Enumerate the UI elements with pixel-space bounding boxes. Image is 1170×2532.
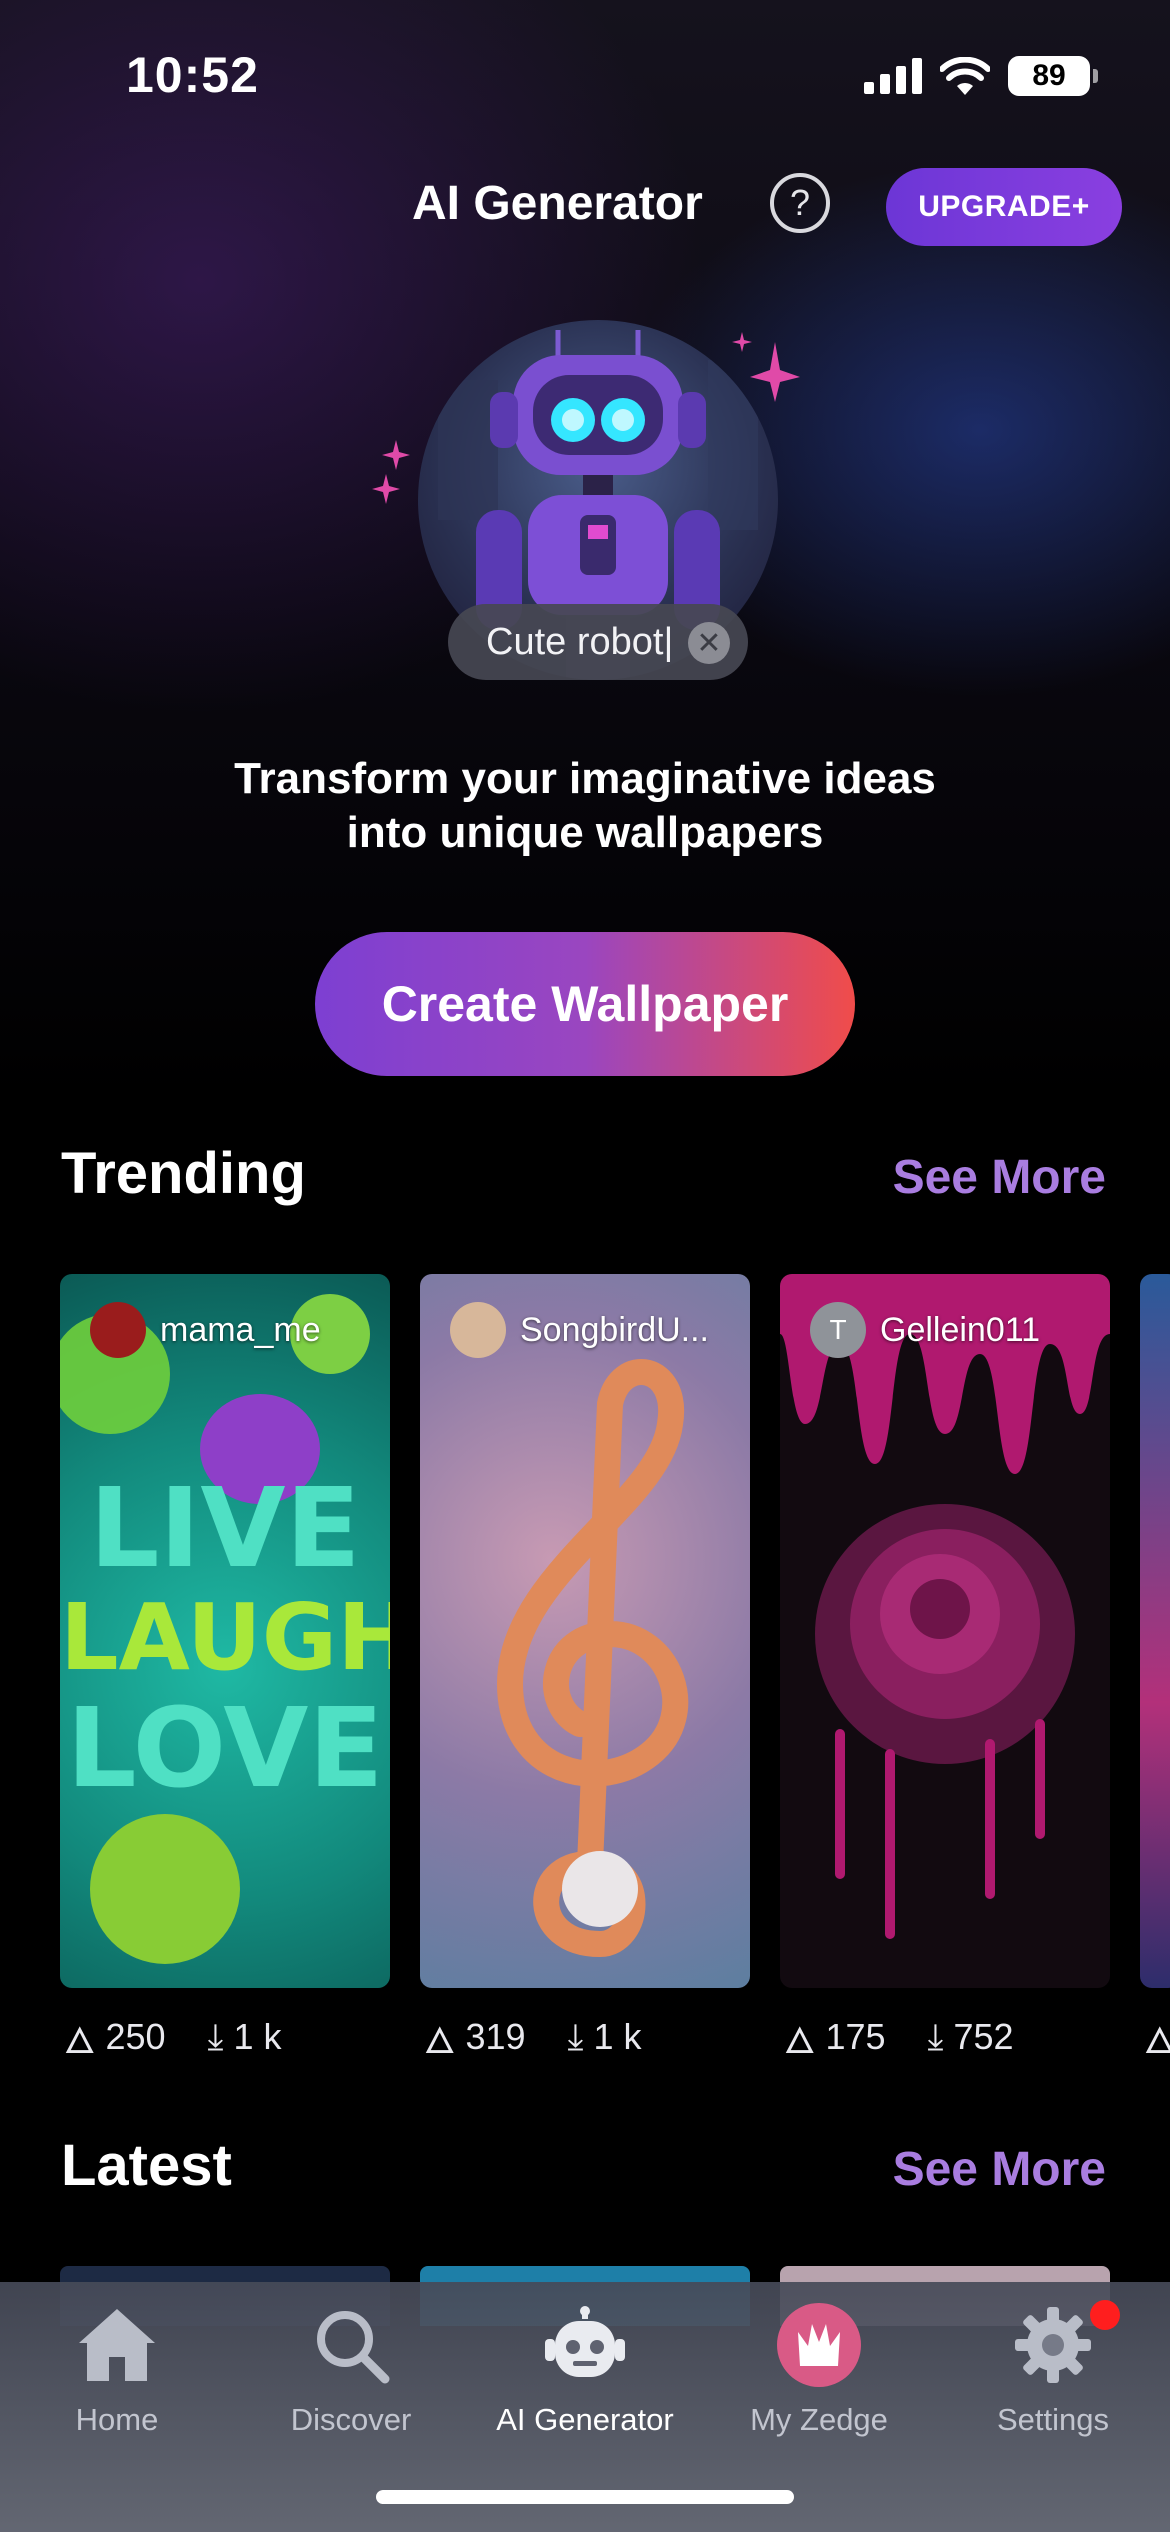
page-title: AI Generator (412, 177, 703, 230)
wallpaper-card[interactable]: SongbirdU... (420, 1274, 750, 1988)
wallpaper-card[interactable]: T Gellein011 (780, 1274, 1110, 1988)
card-author[interactable]: T Gellein011 (810, 1302, 1040, 1358)
card-stats: 🜂 (1144, 2000, 1170, 2074)
tab-settings[interactable]: Settings (936, 2300, 1170, 2438)
home-icon (72, 2300, 162, 2390)
prompt-input[interactable]: Cute robot| ✕ (448, 604, 748, 680)
author-name: SongbirdU... (520, 1310, 709, 1349)
likes-count: 175 (825, 2016, 886, 2057)
gear-icon (1008, 2300, 1098, 2390)
likes-count: 250 (105, 2016, 166, 2057)
artwork-text: LIVE (89, 1464, 361, 1592)
latest-title: Latest (61, 2133, 232, 2198)
tagline-line-2: into unique wallpapers (346, 808, 824, 857)
downloads-count: 752 (953, 2016, 1014, 2057)
artwork-text: LOVE (66, 1684, 384, 1812)
latest-see-more-link[interactable]: See More (893, 2142, 1106, 2197)
tab-ai-generator[interactable]: AI Generator (468, 2300, 702, 2438)
zedge-icon (774, 2300, 864, 2390)
card-stats: 🜂 319 ⤓ 1 k (424, 2000, 642, 2074)
card-author[interactable]: SongbirdU... (450, 1302, 709, 1358)
trending-title: Trending (61, 1141, 306, 1206)
author-name: mama_me (160, 1310, 321, 1349)
treble-clef-artwork (496, 1359, 689, 1957)
status-time: 10:52 (126, 47, 259, 103)
wallpaper-card[interactable]: LIVE LAUGH LOVE mama_me (60, 1274, 390, 1988)
notification-badge (1090, 2300, 1120, 2330)
wallpaper-card[interactable] (1140, 1274, 1170, 1988)
flower-decoration (90, 1814, 240, 1964)
flame-icon: 🜂 (64, 2020, 96, 2061)
tab-label: Home (75, 2402, 159, 2437)
prompt-text: Cute robot| (486, 620, 674, 663)
card-author[interactable]: mama_me (90, 1302, 321, 1358)
card-stats: 🜂 250 ⤓ 1 k (64, 2000, 282, 2074)
robot-icon (540, 2300, 630, 2390)
clear-icon[interactable]: ✕ (688, 622, 730, 664)
battery-indicator: 89 (1008, 56, 1098, 96)
tab-home[interactable]: Home (0, 2300, 234, 2438)
flame-icon: 🜂 (1144, 2020, 1170, 2061)
tab-discover[interactable]: Discover (234, 2300, 468, 2438)
author-name: Gellein011 (880, 1310, 1041, 1349)
avatar (90, 1302, 146, 1358)
download-icon: ⤓ (207, 2015, 224, 2057)
tagline-line-1: Transform your imaginative ideas (234, 754, 936, 803)
downloads-count: 1 k (233, 2016, 282, 2057)
help-button[interactable]: ? (770, 173, 830, 233)
create-wallpaper-button[interactable]: Create Wallpaper (315, 932, 855, 1076)
tab-my-zedge[interactable]: My Zedge (702, 2300, 936, 2438)
avatar (450, 1302, 506, 1358)
wifi-icon (940, 57, 990, 95)
upgrade-button[interactable]: UPGRADE+ (886, 168, 1122, 246)
download-icon: ⤓ (567, 2015, 584, 2057)
trending-see-more-link[interactable]: See More (893, 1150, 1106, 1205)
search-icon (306, 2300, 396, 2390)
avatar: T (810, 1302, 866, 1358)
flame-icon: 🜂 (424, 2020, 456, 2061)
likes-count: 319 (465, 2016, 526, 2057)
flame-icon: 🜂 (784, 2020, 816, 2061)
tab-label: My Zedge (750, 2402, 888, 2437)
tab-label: AI Generator (496, 2402, 674, 2437)
downloads-count: 1 k (593, 2016, 642, 2057)
sparkle-icon (732, 332, 800, 402)
status-icons: 89 (864, 56, 1098, 96)
tab-label: Discover (290, 2402, 412, 2437)
tab-label: Settings (996, 2402, 1109, 2437)
signal-icon (864, 58, 922, 94)
download-icon: ⤓ (927, 2015, 944, 2057)
artwork-text: LAUGH (60, 1584, 390, 1691)
home-indicator (376, 2490, 794, 2504)
sparkle-icon (372, 440, 410, 504)
rose-artwork (780, 1274, 1110, 1939)
card-stats: 🜂 175 ⤓ 752 (784, 2000, 1014, 2074)
